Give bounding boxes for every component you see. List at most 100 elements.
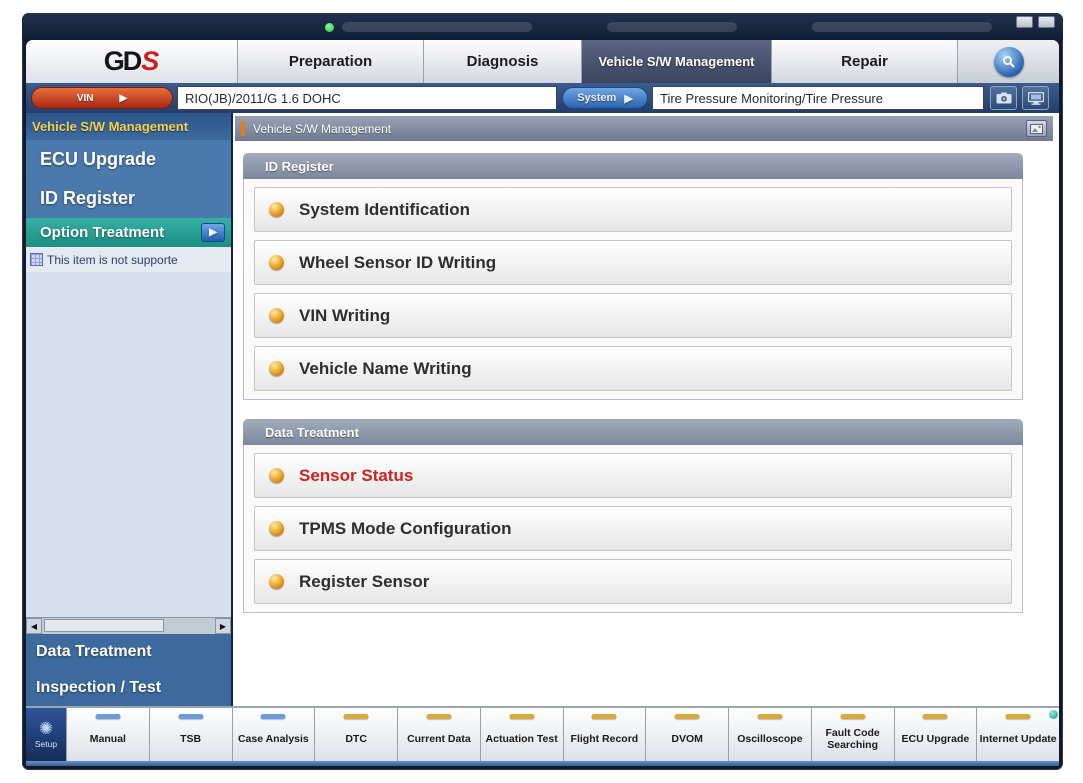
gds-logo-swoosh: S xyxy=(141,46,159,77)
menu-item-system-identification[interactable]: System Identification xyxy=(254,187,1012,232)
maximize-button[interactable] xyxy=(1038,16,1055,28)
indicator-icon xyxy=(344,714,369,719)
sidebar-item-label: Option Treatment xyxy=(40,224,164,241)
menu-item-label: Vehicle Name Writing xyxy=(299,359,472,379)
capture-button[interactable] xyxy=(990,86,1017,110)
system-button[interactable]: System ▶ xyxy=(562,87,648,109)
picture-icon xyxy=(1030,124,1043,134)
group-data-treatment: Data Treatment Sensor Status TPMS Mode C… xyxy=(243,419,1023,613)
indicator-icon xyxy=(592,714,617,719)
sidebar-bottom-menu: Data Treatment Inspection / Test xyxy=(26,634,231,706)
menu-item-vehicle-name-writing[interactable]: Vehicle Name Writing xyxy=(254,346,1012,391)
menu-item-wheel-sensor-id-writing[interactable]: Wheel Sensor ID Writing xyxy=(254,240,1012,285)
scrollbar-thumb[interactable] xyxy=(44,619,164,632)
toolbar-button-label: Flight Record xyxy=(571,733,639,745)
sidebar-item-option-treatment[interactable]: Option Treatment ▶ xyxy=(26,218,231,247)
sidebar-item-ecu-upgrade[interactable]: ECU Upgrade xyxy=(26,140,231,179)
sidebar-horizontal-scrollbar[interactable]: ◀ ▶ xyxy=(26,617,231,634)
menu-item-vin-writing[interactable]: VIN Writing xyxy=(254,293,1012,338)
main-content: Vehicle S/W Management ID Register Syste… xyxy=(231,113,1059,706)
expand-arrow-button[interactable]: ▶ xyxy=(201,223,225,242)
toolbar-button-label: TSB xyxy=(180,733,201,745)
group-id-register: ID Register System Identification Wheel … xyxy=(243,153,1023,400)
indicator-icon xyxy=(95,714,120,719)
indicator-icon xyxy=(675,714,700,719)
camera-icon xyxy=(996,92,1012,104)
indicator-icon xyxy=(509,714,534,719)
status-text-blur xyxy=(342,22,532,32)
scroll-left-arrow[interactable]: ◀ xyxy=(26,618,42,634)
group-header: ID Register xyxy=(243,153,1023,179)
search-button[interactable] xyxy=(994,47,1024,77)
monitor-icon xyxy=(1028,92,1044,105)
toolbar-button-oscilloscope[interactable]: Oscilloscope xyxy=(728,708,811,761)
scrollbar-track[interactable] xyxy=(42,618,215,634)
tab-repair[interactable]: Repair xyxy=(772,40,958,83)
toolbar-button-tsb[interactable]: TSB xyxy=(149,708,232,761)
online-status-icon xyxy=(1049,710,1058,719)
toolbar-button-fault-code-searching[interactable]: Fault Code Searching xyxy=(811,708,894,761)
sidebar-note-text: This item is not supporte xyxy=(47,253,178,267)
toolbar-button-flight-record[interactable]: Flight Record xyxy=(563,708,646,761)
sidebar-empty-panel xyxy=(26,272,231,617)
minimize-button[interactable] xyxy=(1016,16,1033,28)
toolbar-button-dtc[interactable]: DTC xyxy=(314,708,397,761)
sidebar-item-inspection-test[interactable]: Inspection / Test xyxy=(26,670,231,706)
toolbar-button-ecu-upgrade[interactable]: ECU Upgrade xyxy=(894,708,977,761)
arrow-right-icon: ▶ xyxy=(624,92,632,105)
gold-ball-icon xyxy=(269,361,284,376)
menu-item-label: System Identification xyxy=(299,200,470,220)
toolbar-button-internet-update[interactable]: Internet Update xyxy=(976,708,1059,761)
scroll-right-arrow[interactable]: ▶ xyxy=(215,618,231,634)
tab-diagnosis[interactable]: Diagnosis xyxy=(424,40,582,83)
vin-button[interactable]: VIN ▶ xyxy=(31,87,173,109)
sidebar-item-data-treatment[interactable]: Data Treatment xyxy=(26,634,231,670)
menu-item-label: TPMS Mode Configuration xyxy=(299,519,511,539)
setup-label: Setup xyxy=(35,739,57,749)
setup-button[interactable]: ✺ Setup xyxy=(26,708,66,761)
vehicle-info-bar: VIN ▶ RIO(JB)/2011/G 1.6 DOHC System ▶ T… xyxy=(26,83,1059,113)
menu-item-register-sensor[interactable]: Register Sensor xyxy=(254,559,1012,604)
report-button[interactable] xyxy=(1026,120,1047,137)
menu-item-label: VIN Writing xyxy=(299,306,390,326)
tools-icon: ✺ xyxy=(39,721,53,737)
indicator-icon xyxy=(426,714,451,719)
tab-vehicle-sw-management[interactable]: Vehicle S/W Management xyxy=(582,40,772,83)
indicator-icon xyxy=(923,714,948,719)
tab-preparation[interactable]: Preparation xyxy=(238,40,424,83)
system-field[interactable]: Tire Pressure Monitoring/Tire Pressure xyxy=(652,86,984,110)
group-body: System Identification Wheel Sensor ID Wr… xyxy=(243,179,1023,400)
menu-item-sensor-status[interactable]: Sensor Status xyxy=(254,453,1012,498)
toolbar-button-case-analysis[interactable]: Case Analysis xyxy=(232,708,315,761)
toolbar-button-manual[interactable]: Manual xyxy=(66,708,149,761)
bottom-strip xyxy=(26,761,1059,766)
indicator-icon xyxy=(840,714,865,719)
indicator-icon xyxy=(178,714,203,719)
gold-ball-icon xyxy=(269,574,284,589)
toolbar-button-label: Case Analysis xyxy=(238,733,309,745)
toolbar-button-label: ECU Upgrade xyxy=(902,733,970,745)
connection-status-icon xyxy=(325,23,334,32)
toolbar-button-label: Current Data xyxy=(407,733,471,745)
sidebar-title: Vehicle S/W Management xyxy=(26,113,231,140)
vin-field[interactable]: RIO(JB)/2011/G 1.6 DOHC xyxy=(177,86,557,110)
toolbar-button-dvom[interactable]: DVOM xyxy=(645,708,728,761)
indicator-icon xyxy=(261,714,286,719)
gold-ball-icon xyxy=(269,521,284,536)
info-grid-icon xyxy=(30,253,43,266)
search-icon xyxy=(1002,55,1016,69)
toolbar-button-label: Internet Update xyxy=(980,733,1057,745)
accent-bar-icon xyxy=(241,121,245,136)
sidebar-note: This item is not supporte xyxy=(26,247,231,272)
toolbar-button-label: Fault Code Searching xyxy=(814,727,892,751)
sidebar-item-id-register[interactable]: ID Register xyxy=(26,179,231,218)
display-settings-button[interactable] xyxy=(1022,86,1049,110)
status-text-blur xyxy=(607,22,737,32)
group-header: Data Treatment xyxy=(243,419,1023,445)
toolbar-button-current-data[interactable]: Current Data xyxy=(397,708,480,761)
bottom-toolbar: ✺ Setup Manual TSB Case Analysis DTC Cur… xyxy=(26,706,1059,761)
menu-item-tpms-mode-configuration[interactable]: TPMS Mode Configuration xyxy=(254,506,1012,551)
toolbar-button-actuation-test[interactable]: Actuation Test xyxy=(480,708,563,761)
toolbar-button-label: Actuation Test xyxy=(486,733,558,745)
arrow-right-icon: ▶ xyxy=(209,227,217,238)
